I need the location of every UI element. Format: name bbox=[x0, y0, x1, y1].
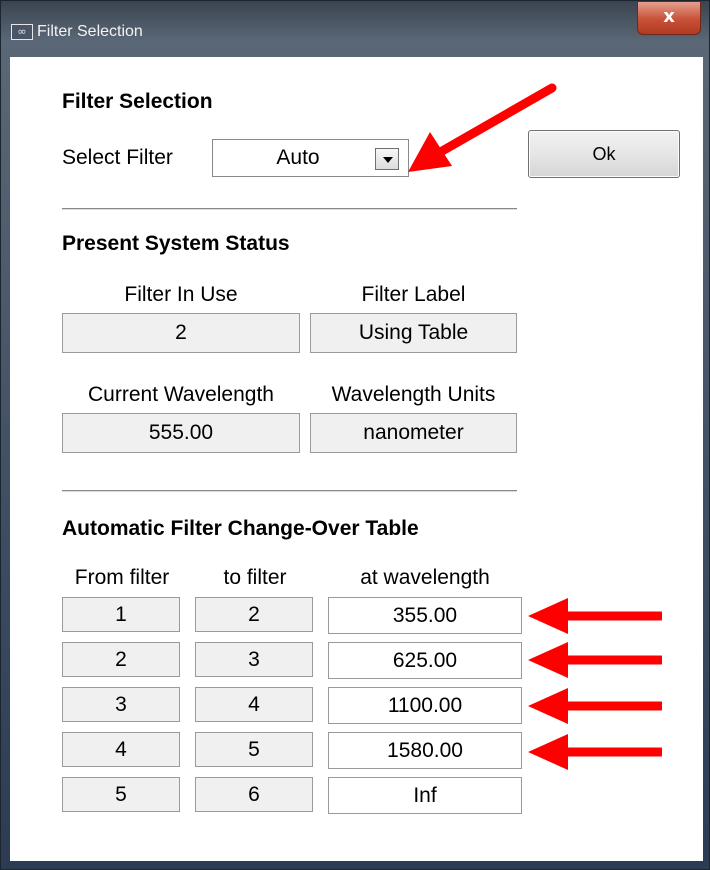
annotation-arrow-icon bbox=[528, 598, 662, 634]
app-icon: ∞ bbox=[11, 24, 33, 40]
row-2-wavelength-input[interactable]: 625.00 bbox=[328, 642, 522, 679]
row-5-from: 5 bbox=[62, 777, 180, 812]
column-header-to: to filter bbox=[223, 566, 287, 589]
row-3-to: 4 bbox=[195, 687, 313, 722]
row-5-wavelength-input[interactable]: Inf bbox=[328, 777, 522, 814]
annotation-arrow-icon bbox=[408, 83, 557, 172]
annotation-arrow-icon bbox=[528, 734, 662, 770]
annotation-arrow-icon bbox=[528, 688, 662, 724]
status-heading: Present System Status bbox=[62, 232, 290, 255]
row-2-from: 2 bbox=[62, 642, 180, 677]
column-header-at: at wavelength bbox=[360, 566, 490, 589]
table-heading: Automatic Filter Change-Over Table bbox=[62, 517, 419, 540]
row-4-wavelength-input[interactable]: 1580.00 bbox=[328, 732, 522, 769]
annotation-arrow-icon bbox=[528, 642, 662, 678]
row-3-from: 3 bbox=[62, 687, 180, 722]
current-wavelength-label: Current Wavelength bbox=[88, 383, 274, 406]
filter-selection-heading: Filter Selection bbox=[62, 90, 213, 113]
filter-in-use-label: Filter In Use bbox=[124, 283, 238, 306]
row-1-to: 2 bbox=[195, 597, 313, 632]
row-1-wavelength-input[interactable]: 355.00 bbox=[328, 597, 522, 634]
dropdown-arrow-icon[interactable] bbox=[375, 148, 399, 170]
title-bar[interactable]: ∞ Filter Selection x bbox=[1, 1, 710, 61]
row-1-from: 1 bbox=[62, 597, 180, 632]
filter-label-label: Filter Label bbox=[361, 283, 466, 306]
window-title: Filter Selection bbox=[37, 23, 143, 40]
row-3-wavelength-input[interactable]: 1100.00 bbox=[328, 687, 522, 724]
row-4-from: 4 bbox=[62, 732, 180, 767]
row-5-to: 6 bbox=[195, 777, 313, 812]
wavelength-units-value: nanometer bbox=[310, 413, 517, 453]
filter-label-value: Using Table bbox=[310, 313, 517, 353]
wavelength-units-label: Wavelength Units bbox=[331, 383, 496, 406]
filter-in-use-value: 2 bbox=[62, 313, 300, 353]
select-filter-label: Select Filter bbox=[62, 146, 173, 169]
separator bbox=[62, 208, 517, 210]
close-button[interactable]: x bbox=[637, 1, 701, 35]
row-2-to: 3 bbox=[195, 642, 313, 677]
filter-select-value: Auto bbox=[276, 146, 320, 169]
separator bbox=[62, 490, 517, 492]
column-header-from: From filter bbox=[74, 566, 170, 589]
current-wavelength-value: 555.00 bbox=[62, 413, 300, 453]
row-4-to: 5 bbox=[195, 732, 313, 767]
